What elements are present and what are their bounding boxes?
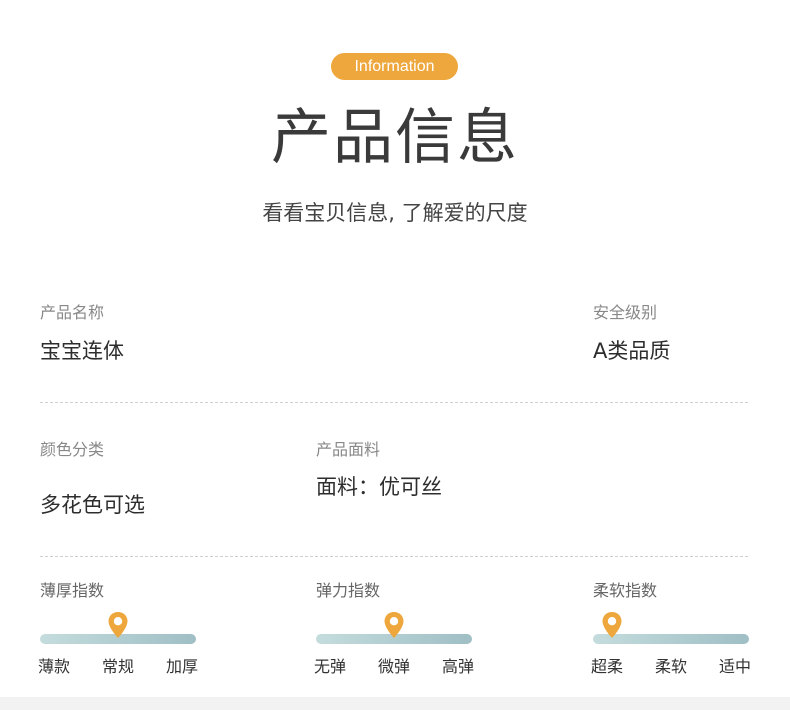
product-name-value: 宝宝连体 [40, 339, 124, 363]
product-name-label: 产品名称 [40, 303, 105, 322]
row-divider-1 [40, 402, 748, 403]
scale-option: 适中 [718, 657, 751, 676]
scale-option: 柔软 [654, 657, 687, 676]
scale-option: 微弹 [377, 657, 410, 676]
safety-level-value: A类品质 [593, 339, 671, 363]
scale-option: 超柔 [591, 657, 624, 676]
elasticity-scale: 无弹 微弹 高弹 [314, 589, 474, 676]
page-title: 产品信息 [271, 103, 519, 173]
scale-option: 薄款 [38, 657, 71, 676]
scale-option: 无弹 [314, 657, 347, 676]
scale-option: 高弹 [441, 657, 474, 676]
row-divider-2 [40, 556, 748, 557]
thickness-scale: 薄款 常规 加厚 [38, 589, 198, 676]
page-subtitle: 看看宝贝信息, 了解爱的尺度 [262, 201, 528, 225]
location-pin-icon [601, 611, 623, 639]
colors-label: 颜色分类 [40, 440, 105, 459]
fabric-value: 面料：优可丝 [316, 475, 442, 499]
scale-option: 常规 [101, 657, 134, 676]
footer-band [0, 697, 790, 710]
colors-value: 多花色可选 [40, 493, 145, 517]
scale-option: 加厚 [165, 657, 198, 676]
location-pin-icon [383, 611, 405, 639]
information-badge: Information [331, 53, 458, 80]
fabric-label: 产品面料 [316, 440, 381, 459]
location-pin-icon [107, 611, 129, 639]
safety-level-label: 安全级别 [593, 303, 658, 322]
softness-scale: 超柔 柔软 适中 [591, 589, 751, 676]
